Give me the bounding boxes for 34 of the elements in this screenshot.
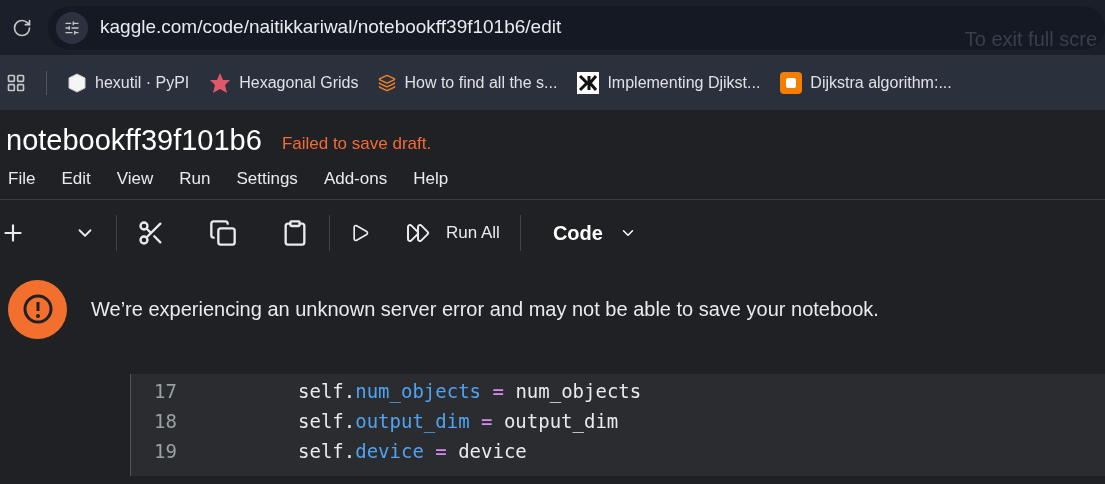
line-number: 17 (153, 378, 177, 404)
run-icon[interactable] (350, 223, 370, 243)
menu-item[interactable]: Run (179, 165, 211, 192)
code-line: self.device = device (298, 438, 527, 464)
star-icon (209, 71, 232, 94)
menu-item[interactable]: Edit (61, 165, 91, 192)
menu-item[interactable]: File (8, 165, 36, 192)
notebook-title: notebookff39f101b6 (6, 123, 262, 158)
save-status: Failed to save draft. (281, 132, 432, 155)
bookmark-link[interactable]: hexutil · PyPI (95, 70, 190, 95)
stack-icon (378, 73, 397, 92)
url-text: kaggle.com/code/naitikkariwal/notebookff39f101b6/edit (100, 15, 562, 40)
bookmark-link[interactable]: Dijkstra algorithm:... (810, 70, 952, 95)
copy-icon[interactable] (209, 219, 237, 247)
menu-item[interactable]: Help (413, 165, 449, 192)
blog-icon (780, 71, 803, 94)
reload-icon[interactable] (12, 17, 32, 38)
line-number: 19 (153, 438, 177, 464)
bookmark-link[interactable]: How to find all the s... (404, 70, 558, 95)
menu-item[interactable]: View (116, 165, 154, 192)
code-line: self.num_objects = num_objects (298, 378, 642, 405)
cell-type-dropdown[interactable]: Code (552, 218, 637, 248)
run-all-icon (406, 221, 430, 245)
menu-item[interactable]: Add-ons (323, 165, 388, 192)
code-line: self.output_dim = output_dim (298, 408, 619, 435)
bookmark-link[interactable]: Implementing Djikst... (607, 70, 761, 95)
logo-icon (577, 71, 600, 94)
menu-item[interactable]: Settings (236, 165, 298, 192)
apps-icon[interactable] (6, 72, 26, 93)
site-settings-icon[interactable] (64, 19, 80, 36)
line-number: 18 (153, 408, 177, 434)
run-all-button[interactable]: Run All (406, 220, 500, 246)
error-message: We’re experiencing an unknown server error and may not be able to save your notebook. (91, 297, 879, 322)
bookmark-link[interactable]: Hexagonal Grids (239, 70, 359, 95)
